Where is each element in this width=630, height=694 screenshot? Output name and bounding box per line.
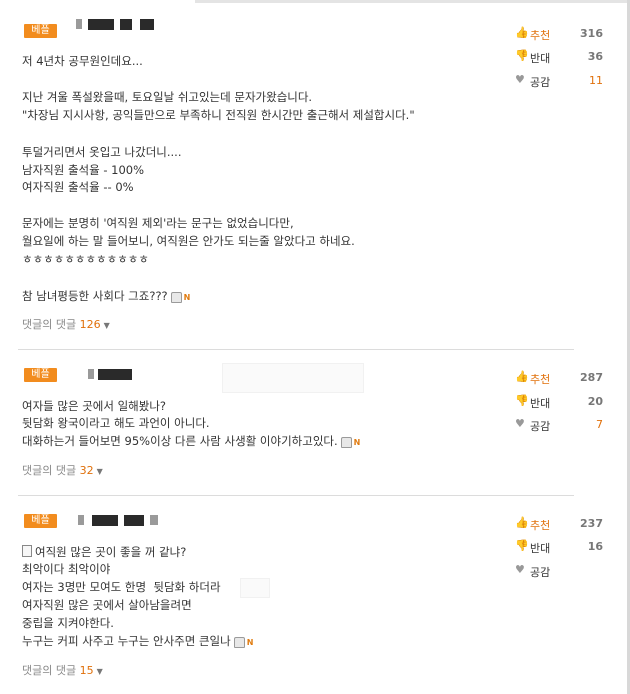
caret-down-icon: ▼: [96, 467, 103, 476]
comment-text-line: 월요일에 하는 말 들어보니, 여직원은 안가도 되는줄 알았다고 하네요.: [22, 234, 355, 248]
oppose-label: 반대: [530, 52, 551, 65]
reply-label: 댓글의 댓글: [22, 664, 77, 677]
comment-text-line: 지난 겨울 폭설왔을때, 토요일날 쉬고있는데 문자가왔습니다.: [22, 90, 313, 104]
thumbs-up-icon: 👍: [515, 26, 529, 39]
comment-text-line: 여자들 많은 곳에서 일해봤나?: [22, 399, 167, 413]
caret-down-icon: ▼: [103, 321, 110, 330]
caret-down-icon: ▼: [96, 667, 103, 676]
recommend-count: 237: [580, 517, 603, 530]
best-badge: 베플: [24, 514, 57, 528]
comment-text: 누구는 커피 사주고 누구는 안사주면 큰일나: [22, 634, 231, 648]
comment-text-line: 중립을 지켜야한다.: [22, 616, 114, 630]
sympathy-button[interactable]: ♥ 공감 11: [515, 73, 603, 90]
thumbs-down-icon: 👎: [515, 394, 529, 407]
reply-toggle-link[interactable]: 댓글의 댓글 126 ▼: [22, 316, 110, 332]
redacted-area: [240, 578, 270, 598]
comment-text-line: 여자직원 많은 곳에서 살아남을려면: [22, 598, 192, 612]
comment-divider: [18, 349, 574, 350]
comment-text-line: 저 4년차 공무원인데요...: [22, 54, 143, 68]
comment-text-line: 참 남녀평등한 사회다 그죠??? N: [22, 289, 190, 305]
sympathy-button[interactable]: ♥ 공감: [515, 563, 603, 580]
best-badge: 베플: [24, 24, 57, 38]
recommend-label: 추천: [530, 29, 551, 42]
recommend-count: 316: [580, 27, 603, 40]
comment-text-line: ㅎㅎㅎㅎㅎㅎㅎㅎㅎㅎㅎㅎ: [22, 252, 149, 266]
thumbs-up-icon: 👍: [515, 370, 529, 383]
reply-count: 126: [79, 318, 101, 331]
best-badge: 베플: [24, 368, 57, 382]
reply-label: 댓글의 댓글: [22, 318, 77, 331]
comment-text-line: 문자에는 분명히 '여직원 제외'라는 문구는 없었습니다만,: [22, 216, 294, 230]
heart-icon: ♥: [515, 563, 525, 576]
sympathy-count: 7: [596, 418, 603, 431]
oppose-label: 반대: [530, 542, 551, 555]
redacted-area: [222, 363, 364, 393]
sympathy-count: 11: [589, 74, 603, 87]
mobile-icon: [340, 437, 352, 448]
comment-text-line: 여직원 많은 곳이 좋을 꺼 같냐?: [22, 545, 186, 559]
comment-divider: [18, 495, 574, 496]
new-icon: N: [353, 437, 361, 447]
recommend-button[interactable]: 👍 추천 316: [515, 26, 603, 43]
reply-count: 32: [79, 464, 94, 477]
oppose-count: 20: [587, 395, 603, 408]
comment-text: 대화하는거 들어보면 95%이상 다른 사람 사생활 이야기하고있다.: [22, 434, 338, 448]
oppose-label: 반대: [530, 397, 551, 410]
comment-text-line: 남자직원 출석율 - 100%: [22, 163, 145, 177]
recommend-count: 287: [580, 371, 603, 384]
heart-icon: ♥: [515, 417, 525, 430]
sympathy-label: 공감: [530, 566, 551, 579]
sympathy-label: 공감: [530, 420, 551, 433]
thumbs-up-icon: 👍: [515, 516, 529, 529]
comment-text-line: 최악이다 최악이야: [22, 562, 111, 576]
mobile-icon: [170, 292, 182, 303]
oppose-count: 16: [587, 540, 603, 553]
heart-icon: ♥: [515, 73, 525, 86]
window-frame-top: [195, 0, 630, 3]
comment-text-line: 대화하는거 들어보면 95%이상 다른 사람 사생활 이야기하고있다. N: [22, 434, 360, 450]
comment-text-line: 여자는 3명만 모여도 한명 뒷담화 하더라: [22, 580, 221, 594]
sympathy-label: 공감: [530, 76, 551, 89]
thumbs-down-icon: 👎: [515, 539, 529, 552]
reply-toggle-link[interactable]: 댓글의 댓글 32 ▼: [22, 462, 103, 478]
oppose-count: 36: [587, 50, 603, 63]
oppose-button[interactable]: 👎 반대 16: [515, 539, 603, 556]
reply-label: 댓글의 댓글: [22, 464, 77, 477]
comment-text-line: 누구는 커피 사주고 누구는 안사주면 큰일나 N: [22, 634, 253, 650]
thumbs-down-icon: 👎: [515, 49, 529, 62]
new-icon: N: [246, 637, 254, 647]
comment-text-line: 뒷담화 왕국이라고 해도 과언이 아니다.: [22, 416, 210, 430]
new-icon: N: [183, 292, 191, 302]
recommend-button[interactable]: 👍 추천 237: [515, 516, 603, 533]
recommend-label: 추천: [530, 519, 551, 532]
comment-text-line: 여자직원 출석율 -- 0%: [22, 180, 134, 194]
comment-text-line: "차장님 지시사항, 공익들만으로 부족하니 전직원 한시간만 출근해서 제설합…: [22, 108, 415, 122]
sympathy-button[interactable]: ♥ 공감 7: [515, 417, 603, 434]
mobile-icon: [233, 637, 245, 648]
oppose-button[interactable]: 👎 반대 36: [515, 49, 603, 66]
reply-count: 15: [79, 664, 94, 677]
oppose-button[interactable]: 👎 반대 20: [515, 394, 603, 411]
reply-toggle-link[interactable]: 댓글의 댓글 15 ▼: [22, 662, 103, 678]
comment-text: 참 남녀평등한 사회다 그죠???: [22, 289, 168, 303]
comment-text: 여직원 많은 곳이 좋을 꺼 같냐?: [35, 545, 187, 559]
recommend-button[interactable]: 👍 추천 287: [515, 370, 603, 387]
recommend-label: 추천: [530, 373, 551, 386]
comment-text-line: 투덜거리면서 옷입고 나갔더니....: [22, 145, 182, 159]
memo-icon: [22, 545, 32, 557]
